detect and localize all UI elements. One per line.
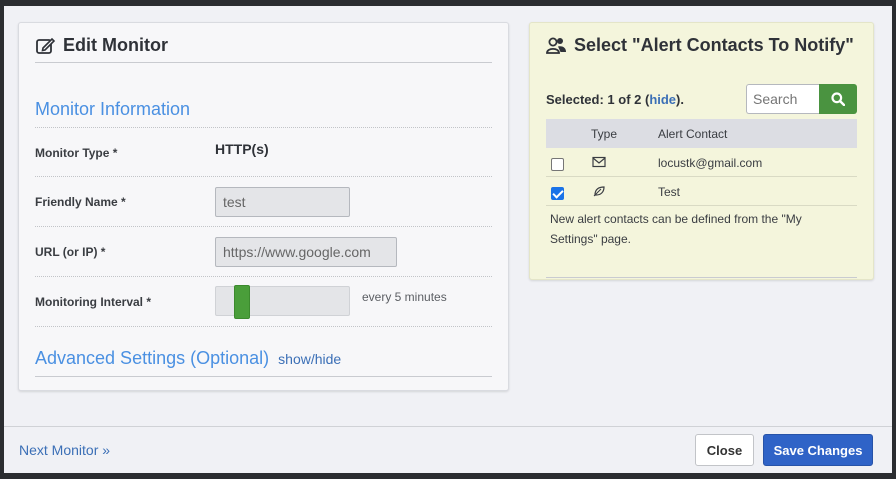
alert-contacts-panel: Select "Alert Contacts To Notify" Select… <box>529 22 874 280</box>
monitor-info-heading: Monitor Information <box>35 99 191 119</box>
modal-footer: Next Monitor » Close Save Changes <box>4 426 892 473</box>
divider <box>35 226 492 227</box>
hide-link[interactable]: hide <box>649 92 676 107</box>
contact-checkbox[interactable] <box>551 158 564 171</box>
table-row: locustk@gmail.com <box>546 148 857 177</box>
search-button[interactable] <box>819 84 857 114</box>
edit-icon <box>36 37 56 54</box>
advanced-toggle-link[interactable]: show/hide <box>278 351 341 367</box>
advanced-settings-heading: Advanced Settings (Optional) <box>35 348 270 368</box>
selected-count-text: Selected: 1 of 2 ( <box>546 92 650 107</box>
interval-value-text: every 5 minutes <box>362 290 447 304</box>
panel-title: Select "Alert Contacts To Notify" <box>574 35 854 55</box>
contact-column-header: Alert Contact <box>658 127 728 141</box>
save-changes-button[interactable]: Save Changes <box>763 434 873 466</box>
edit-monitor-panel: Edit Monitor Monitor Information Monitor… <box>18 22 509 391</box>
divider <box>35 176 492 177</box>
close-button[interactable]: Close <box>695 434 754 466</box>
selected-count-suffix: ). <box>676 92 684 107</box>
edit-monitor-modal: Edit Monitor Monitor Information Monitor… <box>4 6 892 473</box>
type-column-header: Type <box>591 127 618 141</box>
selected-count: Selected: 1 of 2 (hide). <box>546 92 684 107</box>
divider <box>35 127 492 128</box>
divider <box>35 376 492 377</box>
contact-checkbox[interactable] <box>551 187 564 200</box>
next-monitor-link[interactable]: Next Monitor » <box>19 442 110 458</box>
slider-handle[interactable] <box>234 285 250 319</box>
users-icon <box>546 37 566 54</box>
contacts-help-text: New alert contacts can be defined from t… <box>550 212 802 246</box>
envelope-icon <box>592 156 606 168</box>
divider <box>35 326 492 327</box>
monitor-type-label: Monitor Type * <box>35 146 118 160</box>
divider <box>35 62 492 63</box>
friendly-name-field[interactable]: test <box>215 187 350 217</box>
contact-name: locustk@gmail.com <box>658 156 763 170</box>
url-label: URL (or IP) * <box>35 245 106 259</box>
divider <box>546 277 857 278</box>
panel-title: Edit Monitor <box>63 35 168 55</box>
friendly-name-label: Friendly Name * <box>35 195 126 209</box>
search-icon <box>831 92 845 106</box>
alert-contacts-heading: Select "Alert Contacts To Notify" <box>546 35 854 56</box>
interval-slider[interactable] <box>215 285 350 319</box>
search-input[interactable] <box>746 84 819 114</box>
monitor-type-value: HTTP(s) <box>215 141 269 157</box>
interval-label: Monitoring Interval * <box>35 295 152 309</box>
leaf-icon <box>593 186 605 197</box>
divider <box>35 276 492 277</box>
advanced-settings-row: Advanced Settings (Optional) show/hide <box>35 348 341 369</box>
url-field[interactable]: https://www.google.com <box>215 237 397 267</box>
contacts-table-header: Type Alert Contact <box>546 119 857 148</box>
contact-name: Test <box>658 185 681 199</box>
edit-monitor-heading: Edit Monitor <box>35 35 168 56</box>
table-row: Test <box>546 177 857 206</box>
